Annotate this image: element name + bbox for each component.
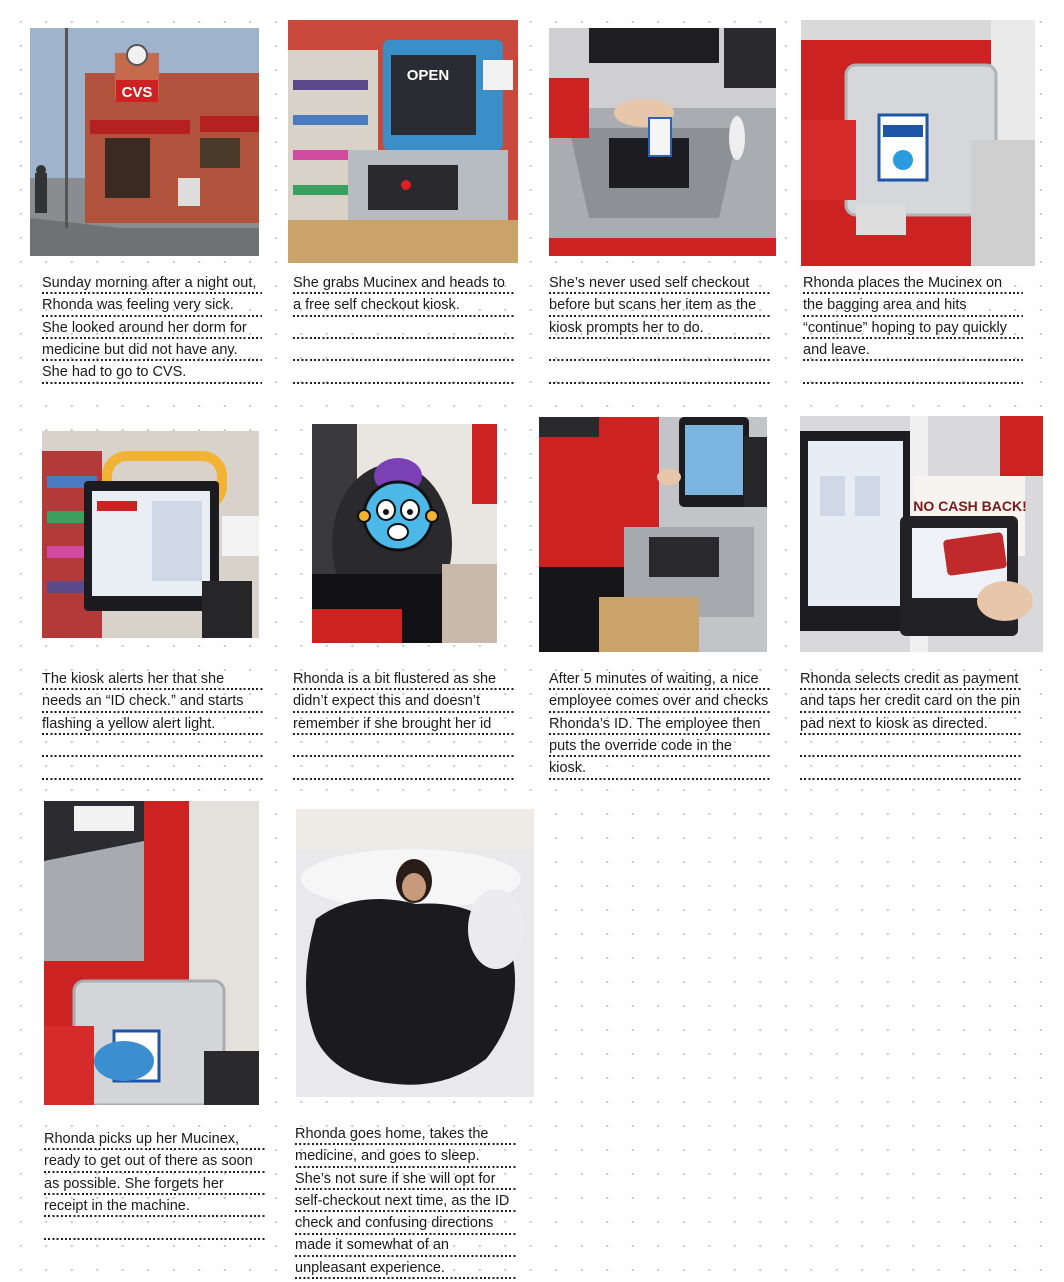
panel-2-caption-text: She grabs Mucinex and heads to a free se…	[293, 275, 505, 314]
caption-dotted-rule	[293, 755, 515, 758]
panel-9-caption: Rhonda picks up her Mucinex, ready to ge…	[44, 1128, 266, 1240]
panel-10-photo-sleep	[296, 809, 534, 1097]
caption-dotted-rule	[295, 1187, 517, 1190]
kiosk-open-text: OPEN	[407, 67, 450, 84]
caption-dotted-rule	[800, 777, 1022, 780]
caption-dotted-rule	[44, 1192, 266, 1195]
panel-6-photo-flustered	[312, 424, 497, 643]
caption-dotted-rule	[803, 381, 1023, 384]
caption-dotted-rule	[803, 359, 1023, 362]
caption-dotted-rule	[295, 1277, 517, 1280]
panel-1-photo-storefront: CVS	[30, 28, 259, 256]
panel-4-caption-text: Rhonda places the Mucinex on the bagging…	[803, 275, 1007, 358]
caption-dotted-rule	[549, 755, 771, 758]
panel-1-caption: Sunday morning after a night out, Rhonda…	[42, 272, 262, 384]
panel-6-caption-text: Rhonda is a bit flustered as she didn’t …	[293, 671, 497, 732]
caption-dotted-rule	[293, 688, 515, 691]
caption-dotted-rule	[42, 359, 262, 362]
caption-dotted-rule	[293, 359, 515, 362]
caption-dotted-rule	[295, 1165, 517, 1168]
caption-dotted-rule	[800, 755, 1022, 758]
caption-dotted-rule	[42, 732, 264, 735]
caption-dotted-rule	[293, 336, 515, 339]
caption-dotted-rule	[549, 732, 771, 735]
caption-dotted-rule	[549, 336, 771, 339]
caption-dotted-rule	[42, 314, 262, 317]
caption-dotted-rule	[549, 688, 771, 691]
panel-9-photo-pickup	[44, 801, 259, 1105]
panel-10-caption: Rhonda goes home, takes the medicine, an…	[295, 1123, 517, 1280]
cvs-sign-text: CVS	[122, 84, 153, 101]
caption-dotted-rule	[549, 381, 771, 384]
caption-dotted-rule	[42, 688, 264, 691]
caption-dotted-rule	[42, 292, 262, 295]
panel-1-caption-text: Sunday morning after a night out, Rhonda…	[42, 275, 257, 381]
caption-dotted-rule	[293, 732, 515, 735]
panel-5-photo-id-alert	[42, 431, 259, 638]
caption-dotted-rule	[803, 336, 1023, 339]
panel-6-caption: Rhonda is a bit flustered as she didn’t …	[293, 668, 515, 780]
caption-dotted-rule	[295, 1143, 517, 1146]
caption-dotted-rule	[800, 710, 1022, 713]
panel-4-photo-bagging	[801, 20, 1035, 266]
caption-dotted-rule	[295, 1254, 517, 1257]
caption-dotted-rule	[800, 688, 1022, 691]
panel-2-photo-kiosk: OPEN	[288, 20, 518, 263]
caption-dotted-rule	[42, 336, 262, 339]
panel-8-caption: Rhonda selects credit as payment and tap…	[800, 668, 1022, 780]
caption-dotted-rule	[293, 777, 515, 780]
panel-7-caption-text: After 5 minutes of waiting, a nice emplo…	[549, 671, 769, 777]
panel-5-caption-text: The kiosk alerts her that she needs an “…	[42, 671, 244, 732]
caption-dotted-rule	[293, 381, 515, 384]
caption-dotted-rule	[44, 1148, 266, 1151]
caption-dotted-rule	[549, 359, 771, 362]
caption-dotted-rule	[803, 314, 1023, 317]
caption-dotted-rule	[293, 292, 515, 295]
caption-dotted-rule	[549, 710, 771, 713]
panel-3-caption: She’s never used self checkout before bu…	[549, 272, 771, 384]
caption-dotted-rule	[42, 381, 262, 384]
panel-2-caption: She grabs Mucinex and heads to a free se…	[293, 272, 515, 384]
panel-5-caption: The kiosk alerts her that she needs an “…	[42, 668, 264, 780]
caption-dotted-rule	[295, 1232, 517, 1235]
panel-7-caption: After 5 minutes of waiting, a nice emplo…	[549, 668, 771, 780]
caption-dotted-rule	[42, 755, 264, 758]
caption-dotted-rule	[44, 1237, 266, 1240]
caption-dotted-rule	[549, 777, 771, 780]
caption-dotted-rule	[293, 314, 515, 317]
caption-dotted-rule	[293, 710, 515, 713]
caption-dotted-rule	[44, 1170, 266, 1173]
caption-dotted-rule	[549, 314, 771, 317]
panel-7-photo-employee	[539, 417, 767, 652]
caption-dotted-rule	[803, 292, 1023, 295]
panel-8-caption-text: Rhonda selects credit as payment and tap…	[800, 671, 1021, 732]
caption-dotted-rule	[800, 732, 1022, 735]
panel-9-caption-text: Rhonda picks up her Mucinex, ready to ge…	[44, 1131, 253, 1214]
panel-3-photo-scanning	[549, 28, 776, 256]
caption-dotted-rule	[42, 710, 264, 713]
panel-4-caption: Rhonda places the Mucinex on the bagging…	[803, 272, 1023, 384]
caption-dotted-rule	[295, 1210, 517, 1213]
panel-8-photo-payment: NO CASH BACK!	[800, 416, 1043, 652]
caption-dotted-rule	[549, 292, 771, 295]
caption-dotted-rule	[44, 1215, 266, 1218]
caption-dotted-rule	[42, 777, 264, 780]
panel-3-caption-text: She’s never used self checkout before bu…	[549, 275, 757, 336]
no-cash-back-sign: NO CASH BACK!	[913, 498, 1027, 514]
